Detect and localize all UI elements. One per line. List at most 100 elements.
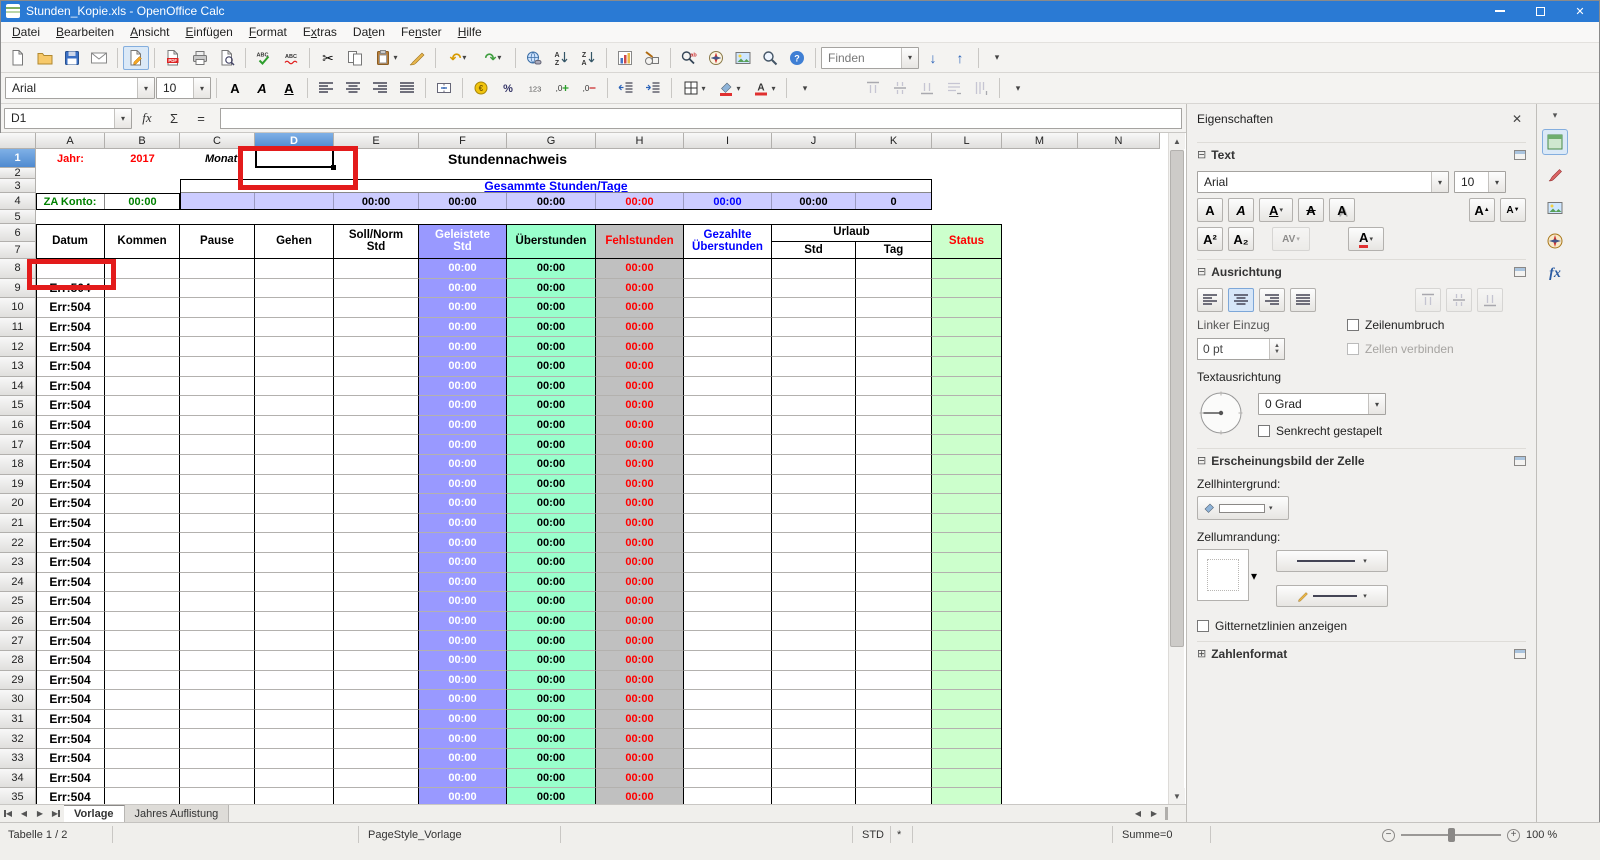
font-name-combobox[interactable]: Arial▾ [5, 77, 155, 99]
cell-H35[interactable]: 00:00 [596, 788, 684, 804]
cell-B4[interactable]: 00:00 [105, 193, 180, 210]
cell-H17[interactable]: 00:00 [596, 435, 684, 455]
sidebar-font-size-combobox[interactable]: 10▾ [1454, 171, 1506, 193]
font-color-icon[interactable]: A▾ [747, 76, 781, 100]
new-document-icon[interactable] [5, 46, 31, 70]
export-pdf-icon[interactable]: PDF [160, 46, 186, 70]
cell-C12[interactable] [180, 337, 255, 357]
cell-E35[interactable] [334, 788, 419, 804]
cell-E31[interactable] [334, 710, 419, 730]
shadow-button[interactable]: A [1329, 198, 1355, 222]
cell-A11[interactable]: Err:504 [36, 318, 105, 338]
rotation-combobox[interactable]: 0 Grad▾ [1258, 393, 1386, 415]
cell-G27[interactable]: 00:00 [507, 631, 596, 651]
cell-K14[interactable] [856, 377, 932, 397]
column-header-J[interactable]: J [772, 133, 856, 149]
cell-B34[interactable] [105, 769, 180, 789]
align-justify-icon[interactable] [394, 76, 420, 100]
cell-C26[interactable] [180, 612, 255, 632]
cell-E27[interactable] [334, 631, 419, 651]
strikethrough-button[interactable]: A [1298, 198, 1324, 222]
menu-bearbeiten[interactable]: Bearbeiten [48, 23, 122, 41]
cell-K17[interactable] [856, 435, 932, 455]
row-header-14[interactable]: 14 [0, 377, 36, 397]
sheet-tab-jahres-auflistung[interactable]: Jahres Auflistung [125, 805, 230, 822]
expand-icon[interactable]: ⊞ [1197, 647, 1206, 660]
sidebar-font-color-button[interactable]: A▾ [1348, 227, 1384, 251]
cell-I24[interactable] [684, 573, 772, 593]
cell-D4[interactable] [255, 193, 334, 210]
cell-K34[interactable] [856, 769, 932, 789]
cell-J32[interactable] [772, 729, 856, 749]
cell-E10[interactable] [334, 298, 419, 318]
cell-G17[interactable]: 00:00 [507, 435, 596, 455]
align-center-icon[interactable] [340, 76, 366, 100]
cell-C32[interactable] [180, 729, 255, 749]
cell-C16[interactable] [180, 416, 255, 436]
cell-F14[interactable]: 00:00 [419, 377, 507, 397]
cell-H24[interactable]: 00:00 [596, 573, 684, 593]
hyperlink-icon[interactable] [521, 46, 547, 70]
cell-L33[interactable] [932, 749, 1002, 769]
cell-L8[interactable] [932, 259, 1002, 279]
cell-C1[interactable]: Monat: [180, 149, 255, 168]
cell-G10[interactable]: 00:00 [507, 298, 596, 318]
cell-J7-header[interactable]: Std [772, 242, 856, 259]
cell-A1[interactable]: Jahr: [36, 149, 105, 168]
cell-J12[interactable] [772, 337, 856, 357]
menu-hilfe[interactable]: Hilfe [450, 23, 490, 41]
cell-K28[interactable] [856, 651, 932, 671]
cell-I17[interactable] [684, 435, 772, 455]
cell-D19[interactable] [255, 475, 334, 495]
cell-B25[interactable] [105, 592, 180, 612]
cell-J19[interactable] [772, 475, 856, 495]
cell-L20[interactable] [932, 494, 1002, 514]
cell-D28[interactable] [255, 651, 334, 671]
cell-A29[interactable]: Err:504 [36, 671, 105, 691]
cell-I16[interactable] [684, 416, 772, 436]
align-center-button[interactable] [1228, 288, 1254, 312]
row-header-16[interactable]: 16 [0, 416, 36, 436]
cell-D13[interactable] [255, 357, 334, 377]
cell-C3-summary-header[interactable]: Gesammte Stunden/Tage [180, 179, 932, 193]
cell-E8[interactable] [334, 259, 419, 279]
cell-E4[interactable]: 00:00 [334, 193, 419, 210]
sum-display[interactable]: Summe=0 [1122, 823, 1172, 847]
row-header-7[interactable]: 7 [0, 242, 36, 259]
cell-A6-header[interactable]: Datum [36, 224, 105, 259]
cell-E22[interactable] [334, 533, 419, 553]
close-button[interactable]: ✕ [1560, 0, 1600, 22]
increase-font-size-button[interactable]: A▲ [1469, 198, 1495, 222]
cell-D27[interactable] [255, 631, 334, 651]
row-header-25[interactable]: 25 [0, 592, 36, 612]
cell-H13[interactable]: 00:00 [596, 357, 684, 377]
cell-L29[interactable] [932, 671, 1002, 691]
cell-K11[interactable] [856, 318, 932, 338]
cell-F19[interactable]: 00:00 [419, 475, 507, 495]
collapse-icon[interactable]: ⊟ [1197, 265, 1206, 278]
cell-H16[interactable]: 00:00 [596, 416, 684, 436]
row-header-4[interactable]: 4 [0, 193, 36, 210]
print-icon[interactable] [187, 46, 213, 70]
cell-C23[interactable] [180, 553, 255, 573]
cell-K26[interactable] [856, 612, 932, 632]
sheet-tab-vorlage[interactable]: Vorlage [64, 805, 125, 822]
cell-G4[interactable]: 00:00 [507, 193, 596, 210]
cell-J25[interactable] [772, 592, 856, 612]
cell-K31[interactable] [856, 710, 932, 730]
cell-K4[interactable]: 0 [856, 193, 932, 210]
cell-H22[interactable]: 00:00 [596, 533, 684, 553]
chevron-down-icon[interactable]: ▾ [1488, 172, 1505, 192]
cell-K35[interactable] [856, 788, 932, 804]
cell-A16[interactable]: Err:504 [36, 416, 105, 436]
cell-H4[interactable]: 00:00 [596, 193, 684, 210]
cell-K15[interactable] [856, 396, 932, 416]
selection-mode[interactable]: STD [862, 823, 884, 847]
align-right-icon[interactable] [367, 76, 393, 100]
cell-J28[interactable] [772, 651, 856, 671]
cell-I4[interactable]: 00:00 [684, 193, 772, 210]
section-cell-appearance[interactable]: ⊟ Erscheinungsbild der Zelle [1197, 448, 1526, 472]
cell-D18[interactable] [255, 455, 334, 475]
cell-H14[interactable]: 00:00 [596, 377, 684, 397]
row-header-23[interactable]: 23 [0, 553, 36, 573]
